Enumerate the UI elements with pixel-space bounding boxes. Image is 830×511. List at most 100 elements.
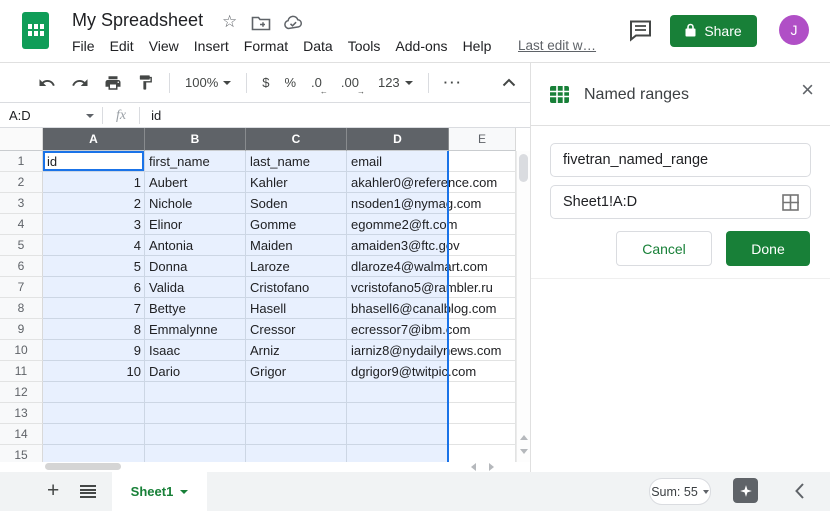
sheets-logo-icon[interactable] [22, 12, 49, 49]
star-icon[interactable]: ☆ [222, 12, 237, 32]
range-ref-input[interactable] [550, 185, 811, 219]
cell-A11[interactable]: 10 [43, 361, 145, 382]
format-currency-button[interactable]: $ [262, 75, 269, 90]
scroll-left-icon[interactable] [471, 463, 476, 471]
column-header-b[interactable]: B [145, 128, 246, 151]
cell-D3[interactable]: nsoden1@nymag.com [347, 193, 449, 214]
cell-A9[interactable]: 8 [43, 319, 145, 340]
cell-D15[interactable] [347, 445, 449, 462]
column-header-e[interactable]: E [449, 128, 516, 151]
cell-D4[interactable]: egomme2@ft.com [347, 214, 449, 235]
undo-icon[interactable] [38, 74, 56, 92]
cell-C1[interactable]: last_name [246, 151, 347, 172]
cell-B13[interactable] [145, 403, 246, 424]
cell-D7[interactable]: vcristofano5@rambler.ru [347, 277, 449, 298]
cell-B3[interactable]: Nichole [145, 193, 246, 214]
menu-item-tools[interactable]: Tools [347, 38, 382, 54]
last-edit-link[interactable]: Last edit w… [518, 38, 596, 53]
horizontal-scrollbar[interactable] [0, 462, 516, 472]
cell-C6[interactable]: Laroze [246, 256, 347, 277]
cell-D6[interactable]: dlaroze4@walmart.com [347, 256, 449, 277]
menu-item-edit[interactable]: Edit [109, 38, 135, 54]
cell-A14[interactable] [43, 424, 145, 445]
cell-A15[interactable] [43, 445, 145, 462]
document-title[interactable]: My Spreadsheet [72, 10, 203, 31]
cell-A2[interactable]: 1 [43, 172, 145, 193]
vertical-scrollbar-thumb[interactable] [519, 154, 528, 182]
row-header-10[interactable]: 10 [0, 340, 43, 361]
cell-B6[interactable]: Donna [145, 256, 246, 277]
cell-B14[interactable] [145, 424, 246, 445]
cell-A10[interactable]: 9 [43, 340, 145, 361]
cell-B8[interactable]: Bettye [145, 298, 246, 319]
close-icon[interactable]: × [801, 79, 814, 101]
cell-B9[interactable]: Emmalynne [145, 319, 246, 340]
cell-C10[interactable]: Arniz [246, 340, 347, 361]
cell-E12[interactable] [449, 382, 516, 403]
formula-input[interactable]: id [140, 108, 161, 123]
cell-C15[interactable] [246, 445, 347, 462]
select-range-icon[interactable] [782, 194, 799, 216]
cell-C7[interactable]: Cristofano [246, 277, 347, 298]
cell-C13[interactable] [246, 403, 347, 424]
row-header-1[interactable]: 1 [0, 151, 43, 172]
cell-C11[interactable]: Grigor [246, 361, 347, 382]
menu-item-insert[interactable]: Insert [193, 38, 230, 54]
increase-decimal-button[interactable]: .00→ [341, 75, 363, 90]
cell-D8[interactable]: bhasell6@canalblog.com [347, 298, 449, 319]
cell-A6[interactable]: 5 [43, 256, 145, 277]
menu-item-format[interactable]: Format [243, 38, 289, 54]
row-header-6[interactable]: 6 [0, 256, 43, 277]
row-header-11[interactable]: 11 [0, 361, 43, 382]
row-header-4[interactable]: 4 [0, 214, 43, 235]
menu-item-data[interactable]: Data [302, 38, 334, 54]
cell-A3[interactable]: 2 [43, 193, 145, 214]
more-toolbar-button[interactable]: ··· [444, 75, 463, 90]
cell-B4[interactable]: Elinor [145, 214, 246, 235]
cell-D10[interactable]: iarniz8@nydailynews.com [347, 340, 449, 361]
print-icon[interactable] [104, 74, 122, 92]
scroll-down-icon[interactable] [520, 449, 528, 454]
cell-B12[interactable] [145, 382, 246, 403]
cell-B10[interactable]: Isaac [145, 340, 246, 361]
all-sheets-icon[interactable] [80, 485, 96, 498]
cell-C14[interactable] [246, 424, 347, 445]
collapse-panel-icon[interactable] [794, 482, 805, 505]
redo-icon[interactable] [71, 74, 89, 92]
cell-B2[interactable]: Aubert [145, 172, 246, 193]
row-header-15[interactable]: 15 [0, 445, 43, 462]
format-percent-button[interactable]: % [284, 75, 296, 90]
row-header-13[interactable]: 13 [0, 403, 43, 424]
cell-C8[interactable]: Hasell [246, 298, 347, 319]
scroll-up-icon[interactable] [520, 435, 528, 440]
move-to-folder-icon[interactable] [251, 15, 271, 36]
cell-D5[interactable]: amaiden3@ftc.gov [347, 235, 449, 256]
menu-item-help[interactable]: Help [462, 38, 493, 54]
row-header-5[interactable]: 5 [0, 235, 43, 256]
column-header-d[interactable]: D [347, 128, 449, 151]
cell-C9[interactable]: Cressor [246, 319, 347, 340]
chevron-down-icon[interactable] [86, 114, 94, 118]
done-button[interactable]: Done [726, 231, 810, 266]
sum-button[interactable]: Sum: 55 [649, 478, 711, 505]
collapse-toolbar-icon[interactable] [502, 75, 516, 90]
column-header-a[interactable]: A [43, 128, 145, 151]
explore-button[interactable] [733, 478, 758, 503]
cell-E13[interactable] [449, 403, 516, 424]
column-header-c[interactable]: C [246, 128, 347, 151]
row-header-7[interactable]: 7 [0, 277, 43, 298]
row-header-12[interactable]: 12 [0, 382, 43, 403]
paint-format-icon[interactable] [137, 74, 154, 91]
horizontal-scrollbar-thumb[interactable] [45, 463, 121, 470]
cloud-saved-icon[interactable] [283, 15, 304, 36]
cell-D11[interactable]: dgrigor9@twitpic.com [347, 361, 449, 382]
cell-E1[interactable] [449, 151, 516, 172]
comments-icon[interactable] [628, 19, 653, 47]
scroll-right-icon[interactable] [489, 463, 494, 471]
select-all-corner[interactable] [0, 128, 43, 151]
cell-C2[interactable]: Kahler [246, 172, 347, 193]
cell-D13[interactable] [347, 403, 449, 424]
cell-A13[interactable] [43, 403, 145, 424]
menu-item-file[interactable]: File [71, 38, 96, 54]
cell-A8[interactable]: 7 [43, 298, 145, 319]
